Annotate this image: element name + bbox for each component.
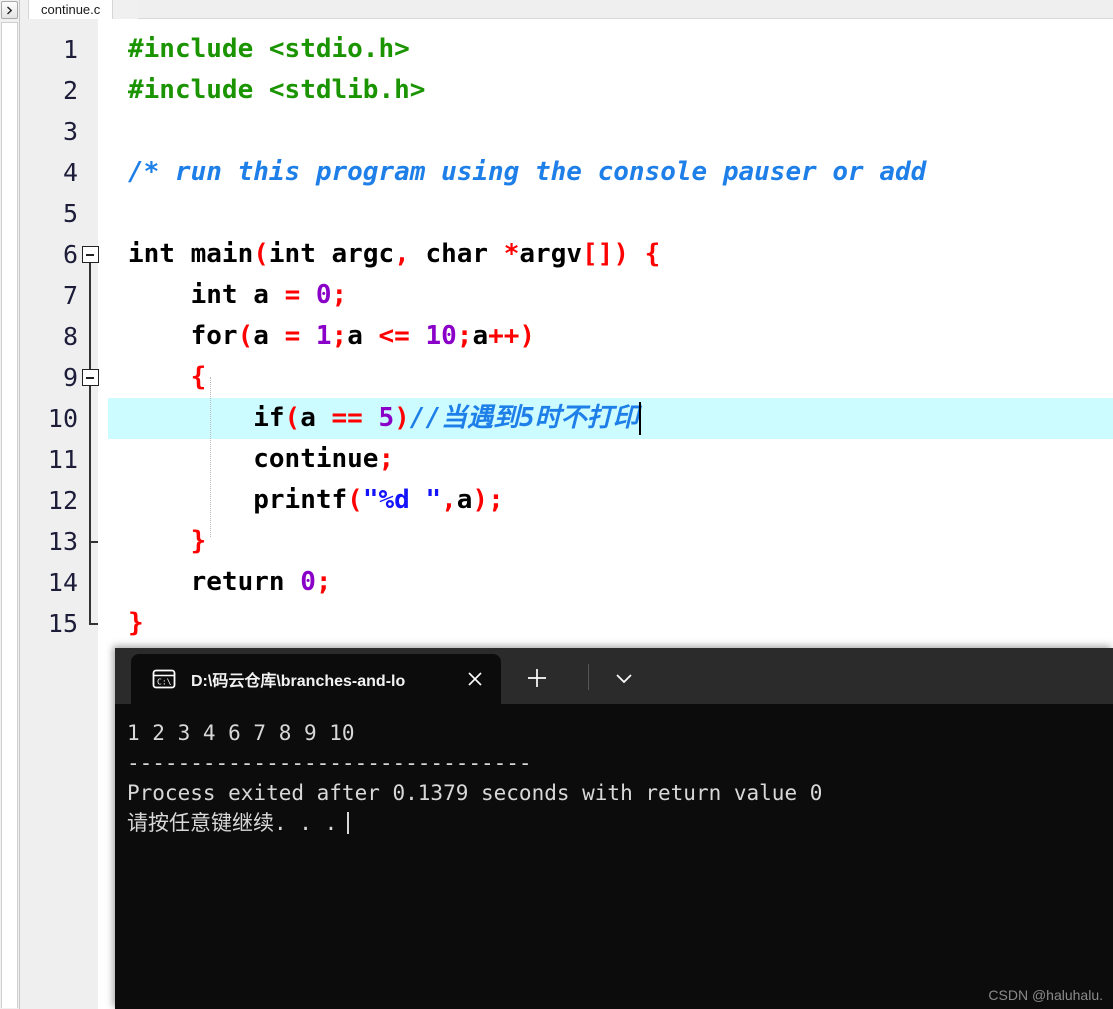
line-number: 14 — [47, 568, 78, 597]
terminal-caret — [347, 812, 350, 834]
plus-icon[interactable] — [523, 664, 551, 692]
fold-end-line-15 — [89, 623, 98, 625]
code-text: printf("%d ",a); — [253, 485, 504, 515]
tab-continue-c[interactable]: continue.c — [28, 0, 114, 19]
terminal-tab-title: D:\码云仓库\branches-and-lo — [191, 673, 406, 690]
fold-marker-line-9[interactable] — [82, 369, 99, 386]
fold-tick-line-13 — [89, 541, 98, 543]
close-icon[interactable] — [463, 667, 487, 691]
code-line[interactable]: 8 for(a = 1;a <= 10;a++) — [20, 316, 1113, 357]
code-text: } — [190, 526, 207, 556]
line-number: 5 — [62, 199, 78, 228]
svg-text:C:\: C:\ — [157, 678, 172, 687]
watermark: CSDN @haluhalu. — [988, 987, 1103, 1003]
line-number: 15 — [47, 609, 78, 638]
code-line[interactable]: 6 int main(int argc, char *argv[]) { — [20, 234, 1113, 275]
code-line[interactable]: 4 /* run this program using the console p… — [20, 152, 1113, 193]
fold-marker-line-6[interactable] — [82, 246, 99, 263]
code-line[interactable]: 7 int a = 0; — [20, 275, 1113, 316]
cmd-prompt-icon: C:\ — [151, 666, 177, 692]
code-text: /* run this program using the console pa… — [128, 157, 927, 187]
line-number: 9 — [62, 363, 78, 392]
tabbar-filler — [138, 0, 1113, 19]
terminal-output-line: 1 2 3 4 6 7 8 9 10 — [127, 721, 355, 745]
code-text: return 0; — [190, 567, 332, 597]
code-text: { — [190, 362, 207, 392]
code-text: #include <stdio.h> — [128, 34, 410, 64]
line-number: 12 — [47, 486, 78, 515]
line-number: 2 — [62, 76, 78, 105]
code-line[interactable]: 1 #include <stdio.h> — [20, 29, 1113, 70]
terminal-window[interactable]: C:\ D:\码云仓库\branches-and-lo 1 2 3 4 6 7 … — [115, 648, 1113, 1009]
chevron-down-icon[interactable] — [610, 664, 638, 692]
code-text: } — [128, 608, 144, 638]
code-line[interactable]: 11 continue; — [20, 439, 1113, 480]
code-line[interactable]: 14 return 0; — [20, 562, 1113, 603]
line-number: 11 — [47, 445, 78, 474]
code-line[interactable]: 12 printf("%d ",a); — [20, 480, 1113, 521]
text-caret — [638, 402, 641, 435]
code-line[interactable]: 5 — [20, 193, 1113, 234]
line-number: 4 — [62, 158, 78, 187]
terminal-output-line: -------------------------------- — [127, 751, 532, 775]
tab-scroll-right-button[interactable] — [1, 1, 18, 19]
terminal-titlebar[interactable]: C:\ D:\码云仓库\branches-and-lo — [115, 648, 1113, 704]
terminal-output-line: Process exited after 0.1379 seconds with… — [127, 781, 823, 805]
line-number: 10 — [47, 404, 78, 433]
code-text: #include <stdlib.h> — [128, 75, 426, 105]
tab-label: continue.c — [41, 2, 101, 17]
chevron-right-icon — [7, 5, 13, 15]
code-text: int a = 0; — [190, 280, 348, 310]
code-text: continue; — [253, 444, 395, 474]
left-rail — [0, 0, 20, 1009]
code-text: if(a == 5)//当遇到5时不打印 — [253, 403, 639, 433]
code-text: for(a = 1;a <= 10;a++) — [190, 321, 536, 351]
line-number: 3 — [62, 117, 78, 146]
line-number: 13 — [47, 527, 78, 556]
code-line[interactable]: 2 #include <stdlib.h> — [20, 70, 1113, 111]
fold-connector-line — [89, 263, 91, 624]
code-line[interactable]: 3 — [20, 111, 1113, 152]
terminal-tab[interactable]: C:\ D:\码云仓库\branches-and-lo — [131, 654, 501, 704]
line-number: 8 — [62, 322, 78, 351]
code-line[interactable]: 10 if(a == 5)//当遇到5时不打印 — [20, 398, 1113, 439]
terminal-output-line: 请按任意键继续. . . — [127, 808, 1113, 838]
left-panel-body — [1, 22, 18, 1008]
code-line[interactable]: 9 { — [20, 357, 1113, 398]
indent-guide — [210, 377, 211, 537]
line-number: 6 — [62, 240, 78, 269]
code-line[interactable]: 15} — [20, 603, 1113, 644]
toolbar-divider — [588, 664, 589, 690]
terminal-prompt-text: 请按任意键继续. . . — [127, 811, 338, 835]
line-number: 1 — [62, 35, 78, 64]
code-text: int main(int argc, char *argv[]) { — [128, 239, 661, 269]
editor-tabbar: continue.c — [20, 0, 1113, 19]
code-line[interactable]: 13 } — [20, 521, 1113, 562]
line-number: 7 — [62, 281, 78, 310]
terminal-output[interactable]: 1 2 3 4 6 7 8 9 10 ---------------------… — [115, 704, 1113, 1009]
